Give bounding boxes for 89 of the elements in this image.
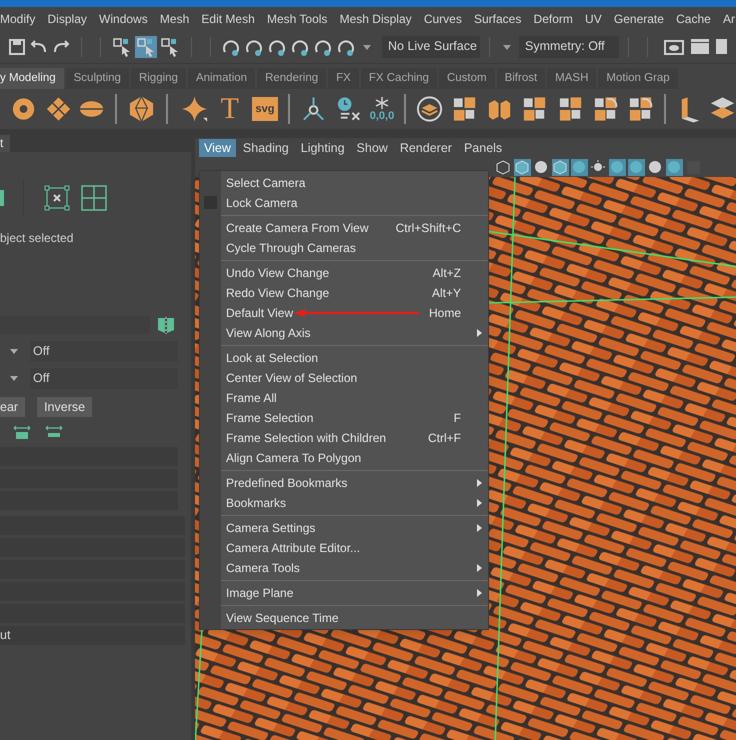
select-object-icon[interactable] <box>135 36 157 58</box>
quad-grid-icon[interactable] <box>81 184 107 210</box>
menu-item[interactable]: Select Camera <box>226 174 482 192</box>
menu-item[interactable]: Center View of Selection <box>226 369 482 387</box>
checker-sphere-icon[interactable] <box>571 159 588 176</box>
panel-button[interactable]: ear <box>0 397 26 417</box>
menu-item[interactable]: Image Plane <box>226 584 477 602</box>
shelf-tab[interactable]: Sculpting <box>66 68 129 89</box>
menu-item[interactable]: Deform <box>534 10 573 28</box>
shortcut-label: F <box>454 410 461 427</box>
shelf-tab[interactable]: Rendering <box>257 68 326 89</box>
dropdown-caret-icon[interactable] <box>362 42 372 50</box>
menu-item[interactable]: Camera Settings <box>226 519 477 537</box>
svg-tool-icon[interactable]: svg <box>252 97 278 121</box>
dropdown-caret-icon[interactable] <box>10 376 18 382</box>
attribute-row: ut <box>0 626 185 645</box>
menu-item[interactable]: Lock Camera <box>226 194 482 212</box>
panel-menu-item[interactable]: View <box>199 139 236 157</box>
dropdown-field[interactable]: Off <box>30 341 178 362</box>
shortcut-label: Ctrl+F <box>428 430 461 447</box>
menu-item[interactable]: Edit Mesh <box>201 10 255 28</box>
expand-row-icon[interactable] <box>45 426 63 440</box>
shelf-tab[interactable]: y Modeling <box>0 68 64 89</box>
shortcut-label: Alt+Z <box>432 265 461 282</box>
panel-tab[interactable]: t <box>0 135 10 152</box>
shortcut-label: Alt+Y <box>432 285 461 302</box>
menu-item[interactable]: Default View <box>226 304 429 322</box>
menu-item[interactable]: View Along Axis <box>226 324 477 342</box>
shortcut-label: Ctrl+Shift+C <box>396 220 461 237</box>
menu-item[interactable]: Modify <box>0 10 36 28</box>
layers-icon[interactable] <box>416 95 444 123</box>
menu-item[interactable]: Camera Attribute Editor... <box>226 539 482 557</box>
panel-menu-item[interactable]: Shading <box>238 139 294 157</box>
sphere-icon[interactable] <box>533 159 550 176</box>
panel-button[interactable]: Inverse <box>37 397 92 417</box>
symmetry-field[interactable]: Symmetry: Off <box>519 36 619 58</box>
mirror-icon[interactable] <box>157 316 175 334</box>
expand-grid-icon[interactable] <box>13 426 31 440</box>
shelf-tab[interactable]: Rigging <box>130 68 186 89</box>
menu-item[interactable]: Create Camera From View <box>226 219 396 237</box>
menu-item[interactable]: Display <box>48 10 87 28</box>
wireframe-cube-icon[interactable] <box>495 159 512 176</box>
menu-item[interactable]: UV <box>585 10 602 28</box>
shortcut-label: Home <box>428 305 461 322</box>
text-tool-icon[interactable]: T <box>217 94 242 124</box>
freeze-transform-label[interactable]: 0,0,0 <box>370 110 394 122</box>
shelf-tab[interactable]: Animation <box>188 68 256 89</box>
snowflake-icon <box>374 96 390 110</box>
panel-menu-item[interactable]: Show <box>352 139 393 157</box>
menu-item[interactable]: Camera Tools <box>226 559 477 577</box>
menu-item[interactable]: Curves <box>424 10 462 28</box>
shelf-tab[interactable]: Bifrost <box>496 68 546 89</box>
menu-item[interactable]: Frame Selection with Children <box>226 429 428 447</box>
menu-item[interactable]: Cache <box>676 10 711 28</box>
menu-item[interactable]: Align Camera To Polygon <box>226 449 482 467</box>
panel-menu-item[interactable]: Renderer <box>394 139 457 157</box>
menu-item[interactable]: Frame All <box>226 389 482 407</box>
menu-item[interactable]: Bookmarks <box>226 494 477 512</box>
shelf-tab[interactable]: Custom <box>438 68 495 89</box>
menu-item[interactable]: Mesh <box>160 10 190 28</box>
panel-menu-item[interactable]: Lighting <box>296 139 350 157</box>
diamond-icon[interactable] <box>45 95 72 123</box>
dropdown-field[interactable]: Off <box>30 368 178 389</box>
live-surface-field[interactable]: No Live Surface <box>382 36 480 58</box>
shelf-tab[interactable]: MASH <box>547 68 596 89</box>
menu-item[interactable]: Mesh Display <box>340 10 412 28</box>
save-icon[interactable] <box>6 38 28 56</box>
menu-item[interactable]: Cycle Through Cameras <box>226 239 482 257</box>
clapper-icon[interactable] <box>689 36 711 56</box>
menu-item[interactable]: View Sequence Time <box>226 609 482 627</box>
shelf-tab[interactable]: FX Caching <box>360 68 437 89</box>
bounding-box-icon[interactable] <box>44 184 70 210</box>
menu-item[interactable]: Frame Selection <box>226 409 454 427</box>
menu-item[interactable]: Predefined Bookmarks <box>226 474 477 492</box>
menu-item[interactable]: Generate <box>614 10 664 28</box>
shelf-tab[interactable]: Motion Grap <box>598 68 678 89</box>
shelf-tab[interactable]: FX <box>328 68 359 89</box>
menu-item[interactable]: Redo View Change <box>226 284 432 302</box>
menu-item[interactable]: Mesh Tools <box>266 10 328 28</box>
dropdown-caret-icon[interactable] <box>10 348 18 354</box>
menu-item[interactable]: Look at Selection <box>226 349 482 367</box>
menu-item[interactable]: Ar <box>722 10 735 28</box>
ipr-render-icon[interactable] <box>715 36 727 56</box>
status-text: bject selected <box>0 230 74 245</box>
menu-item[interactable]: Windows <box>99 10 148 28</box>
menu-item[interactable]: Undo View Change <box>226 264 433 282</box>
panel-menu-item[interactable]: Panels <box>458 139 508 157</box>
dropdown-caret-icon[interactable] <box>502 42 512 50</box>
menu-item[interactable]: Surfaces <box>474 10 522 28</box>
